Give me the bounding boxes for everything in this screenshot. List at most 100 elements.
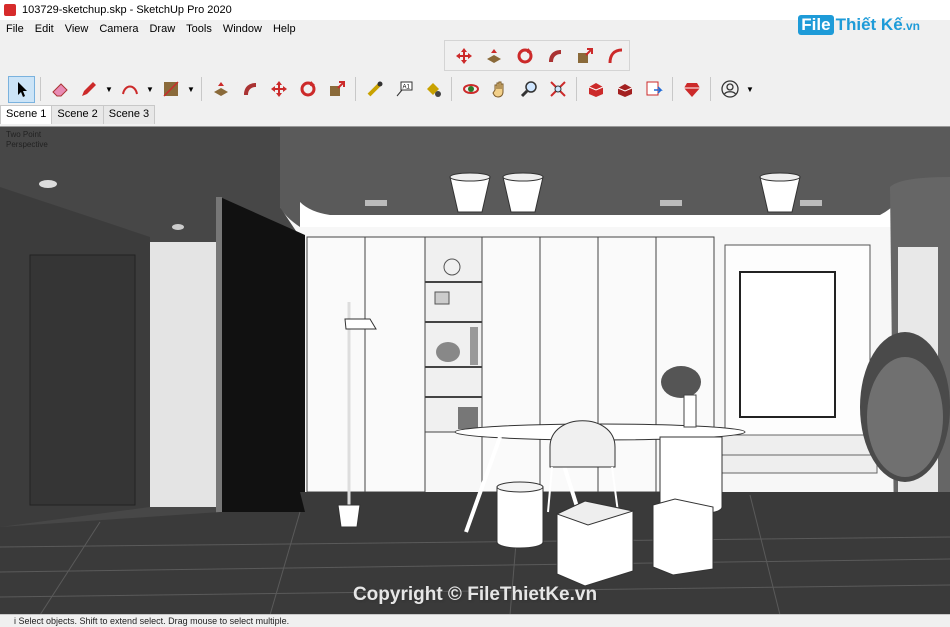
menu-window[interactable]: Window (217, 23, 267, 35)
corridor-wall-panel (150, 242, 220, 507)
watermark-logo-tag: File (798, 15, 834, 35)
pendant-lamp-top (502, 172, 544, 182)
rotate-tool-button[interactable] (512, 42, 538, 69)
pencil-dropdown[interactable]: ▼ (104, 76, 114, 103)
eraser-icon (51, 83, 68, 97)
scale-tool-button[interactable] (572, 42, 598, 69)
zoom-tool-button[interactable] (515, 76, 542, 103)
wardrobe (306, 236, 715, 493)
arc-tool-button[interactable] (116, 76, 143, 103)
potted-plant-leaves (867, 357, 943, 477)
move-tool-button[interactable] (265, 76, 292, 103)
pendant-lamp-top (759, 172, 801, 182)
text-icon: A1 (396, 81, 412, 97)
orbit-tool-button[interactable] (457, 76, 484, 103)
ceiling-downlight (365, 200, 387, 206)
menu-edit[interactable]: Edit (29, 23, 59, 35)
shelf-books (470, 327, 478, 365)
left-door (29, 254, 136, 506)
orbit-icon (462, 84, 479, 94)
rendered-scene (0, 127, 950, 614)
watermark-logo-text: Thiết Kế (835, 15, 903, 34)
extension-manager-button[interactable] (678, 76, 705, 103)
account-dropdown[interactable]: ▼ (745, 76, 755, 103)
rotate-tool-button[interactable] (294, 76, 321, 103)
account-button[interactable] (716, 76, 743, 103)
door-frame (216, 197, 222, 533)
3d-warehouse-button[interactable] (582, 76, 609, 103)
follow-me-tool-button[interactable] (236, 76, 263, 103)
toolbar-separator (201, 77, 202, 101)
chair (549, 420, 616, 468)
toolbar-separator (576, 77, 577, 101)
shelf-books (434, 291, 450, 305)
pencil-tool-button[interactable] (75, 76, 102, 103)
push-pull-tool-button[interactable] (481, 42, 507, 69)
scale-tool-button[interactable] (323, 76, 350, 103)
eraser-tool-button[interactable] (46, 76, 73, 103)
scale-icon (578, 47, 594, 63)
paint-bucket-tool-button[interactable] (419, 76, 446, 103)
follow-me-icon (243, 83, 256, 95)
projection-label: Two Point Perspective (6, 130, 48, 150)
text-tool-button[interactable]: A1 (390, 76, 417, 103)
ceiling-downlight (172, 224, 184, 230)
window-title: 103729-sketchup.skp - SketchUp Pro 2020 (22, 4, 232, 16)
menu-help[interactable]: Help (267, 23, 301, 35)
ceiling-downlight (660, 200, 682, 206)
extension-warehouse-icon (617, 84, 632, 97)
watermark-logo-suffix: .vn (902, 19, 920, 33)
round-stool-top (496, 481, 544, 493)
send-to-layout-button[interactable] (640, 76, 667, 103)
move-tool-button[interactable] (451, 42, 477, 69)
projection-label-line2: Perspective (6, 140, 48, 149)
offset-tool-button[interactable] (603, 42, 629, 69)
main-toolbar: ▼ ▼ ▼ A1 ▼ (0, 72, 950, 106)
extension-warehouse-button[interactable] (611, 76, 638, 103)
toolbar-separator (710, 77, 711, 101)
edit-toolbar (444, 40, 630, 71)
menu-view[interactable]: View (59, 23, 94, 35)
status-bar: i Select objects. Shift to extend select… (0, 614, 950, 627)
menu-draw[interactable]: Draw (143, 23, 180, 35)
menu-file[interactable]: File (0, 23, 29, 35)
menu-tools[interactable]: Tools (180, 23, 217, 35)
follow-me-icon (549, 49, 562, 62)
floor-lamp-base (337, 504, 361, 528)
pan-tool-button[interactable] (486, 76, 513, 103)
wall-frame (739, 271, 836, 418)
shelf-books (458, 407, 478, 429)
scene-tabs: Scene 1 Scene 2 Scene 3 (0, 105, 156, 124)
push-pull-icon (487, 48, 502, 63)
step-platform (721, 434, 878, 474)
warehouse-icon (588, 83, 603, 97)
pan-icon (491, 81, 503, 98)
shelf-plant (436, 342, 460, 362)
tab-scene-2[interactable]: Scene 2 (51, 105, 104, 124)
menu-camera[interactable]: Camera (93, 23, 143, 35)
pencil-icon (81, 82, 96, 96)
rectangle-tool-button[interactable] (157, 76, 184, 103)
toolbar-separator (672, 77, 673, 101)
status-text: i Select objects. Shift to extend select… (14, 616, 290, 626)
tab-scene-1[interactable]: Scene 1 (0, 105, 53, 124)
offset-icon (608, 48, 622, 63)
rectangle-dropdown[interactable]: ▼ (186, 76, 196, 103)
account-icon (720, 80, 739, 98)
rectangle-icon (162, 81, 179, 97)
floor-lamp-head (344, 318, 377, 330)
zoom-extents-icon (549, 81, 566, 97)
round-stool (496, 486, 544, 549)
select-tool-button[interactable] (8, 75, 35, 103)
move-icon (456, 47, 473, 64)
menu-bar: File Edit View Camera Draw Tools Window … (0, 20, 301, 38)
arc-dropdown[interactable]: ▼ (145, 76, 155, 103)
follow-me-tool-button[interactable] (542, 42, 568, 69)
model-viewport[interactable]: Two Point Perspective Copyright © FileTh… (0, 126, 950, 614)
pendant-lamp-top (449, 172, 491, 182)
zoom-extents-tool-button[interactable] (544, 76, 571, 103)
tab-scene-3[interactable]: Scene 3 (102, 105, 156, 124)
arc-icon (121, 85, 138, 95)
tape-measure-tool-button[interactable] (361, 76, 388, 103)
push-pull-tool-button[interactable] (207, 76, 234, 103)
